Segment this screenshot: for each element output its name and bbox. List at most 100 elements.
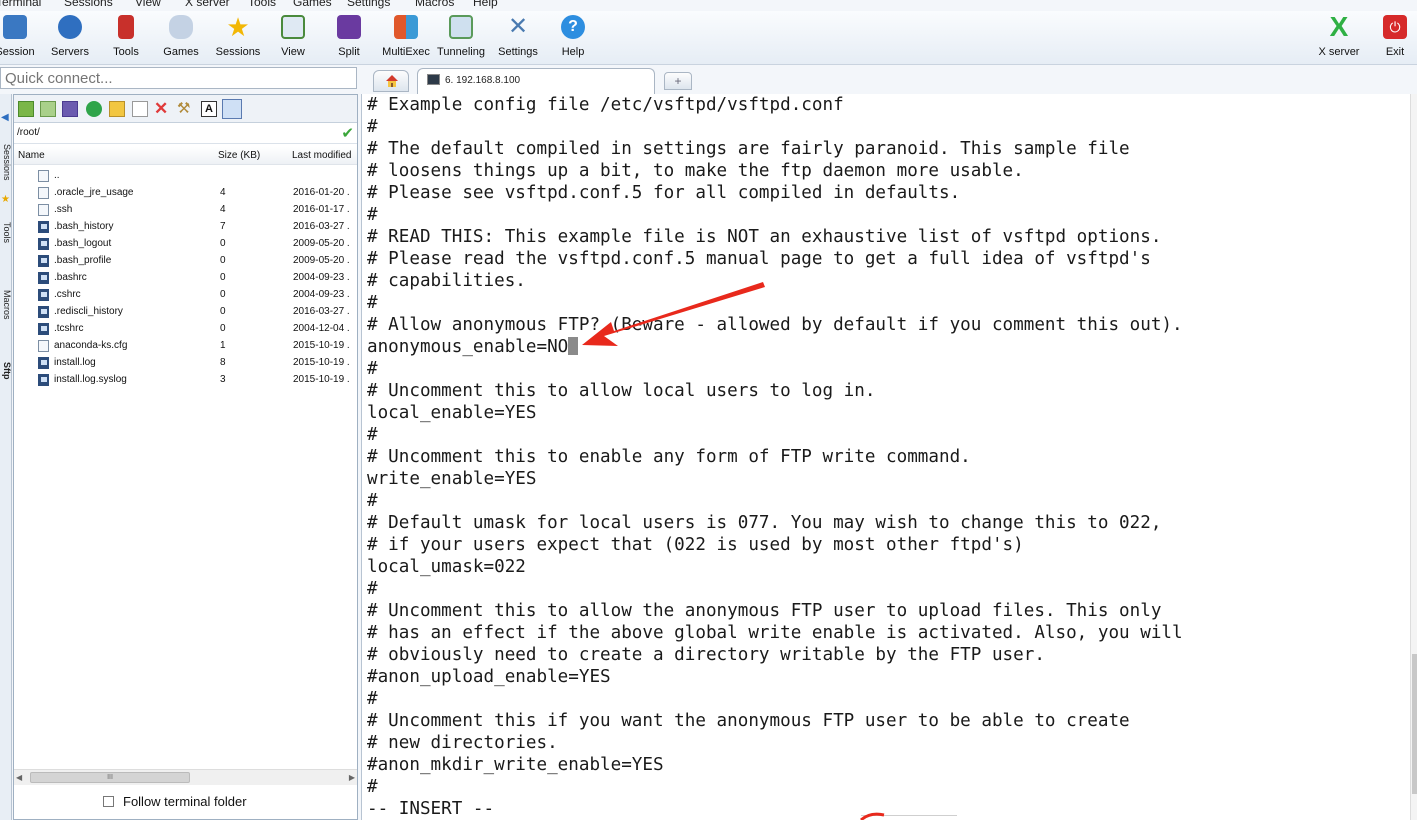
home-tab[interactable]	[373, 70, 409, 92]
home-folder-icon[interactable]	[62, 101, 78, 117]
file-row[interactable]: .ssh 4 2016-01-17 .	[14, 202, 357, 219]
sftp-toolbar: ✕ ⚒ A	[14, 95, 357, 123]
sftp-path: /root/	[17, 127, 40, 138]
terminal-tab-icon	[427, 74, 440, 85]
upload-icon[interactable]	[18, 101, 34, 117]
file-row[interactable]: .cshrc 0 2004-09-23 .	[14, 287, 357, 304]
quick-connect-box	[0, 67, 357, 89]
tab-session[interactable]: 6. 192.168.8.100	[417, 68, 655, 94]
column-last-modified[interactable]: Last modified	[292, 150, 351, 161]
terminal-line: # Uncomment this to enable any form of F…	[367, 446, 971, 468]
file-row[interactable]: .bash_profile 0 2009-05-20 .	[14, 253, 357, 270]
multiexec-icon	[394, 15, 418, 39]
help-button[interactable]: ? Help	[544, 11, 602, 65]
file-row[interactable]: ..	[14, 168, 357, 185]
new-file-icon[interactable]	[132, 101, 148, 117]
quick-connect-input[interactable]	[1, 68, 356, 88]
file-modified: 2004-09-23 .	[293, 289, 350, 300]
file-size: 7	[220, 221, 226, 232]
exit-button[interactable]: ⏻ Exit	[1366, 11, 1417, 65]
file-name: .bash_logout	[54, 238, 112, 249]
terminal-line-text: anonymous_enable=NO	[367, 337, 569, 357]
menu-help[interactable]: Help	[473, 0, 498, 9]
menu-games[interactable]: Games	[293, 0, 332, 9]
file-row[interactable]: .rediscli_history 0 2016-03-27 .	[14, 304, 357, 321]
file-size: 0	[220, 323, 226, 334]
terminal-line: # Default umask for local users is 077. …	[367, 512, 1161, 534]
terminal-line-text: #	[367, 425, 378, 445]
menu-settings[interactable]: Settings	[347, 0, 390, 9]
terminal-line-text: # loosens things up a bit, to make the f…	[367, 161, 1024, 181]
side-tab-sftp[interactable]: Sftp	[0, 362, 11, 392]
tab-session-label: 6. 192.168.8.100	[445, 75, 521, 86]
delete-icon[interactable]: ✕	[154, 100, 170, 117]
column-name[interactable]: Name	[18, 150, 45, 161]
rename-icon[interactable]: ⚒	[177, 101, 193, 117]
file-icon	[38, 272, 49, 284]
plus-icon: +	[674, 74, 682, 88]
file-modified: 2004-12-04 .	[293, 323, 350, 334]
terminal-line-text: # Default umask for local users is 077. …	[367, 513, 1162, 533]
side-tab-macros[interactable]: Macros	[0, 290, 11, 340]
terminal-line: # if your users expect that (022 is used…	[367, 534, 1024, 556]
column-size[interactable]: Size (KB)	[218, 150, 260, 161]
follow-terminal-folder-checkbox[interactable]	[103, 796, 114, 807]
file-name: .bash_profile	[54, 255, 112, 266]
terminal-scrollbar[interactable]	[1410, 94, 1417, 820]
file-row[interactable]: .bashrc 0 2004-09-23 .	[14, 270, 357, 287]
menu-view[interactable]: View	[135, 0, 161, 9]
menu-macros[interactable]: Macros	[415, 0, 454, 9]
terminal-line: #	[367, 358, 378, 380]
file-modified: 2016-03-27 .	[293, 306, 350, 317]
file-name: .bashrc	[54, 272, 87, 283]
terminal-line: # Allow anonymous FTP? (Beware - allowed…	[367, 314, 1183, 336]
terminal-line-text: #	[367, 117, 378, 137]
refresh-icon[interactable]	[86, 101, 102, 117]
sftp-path-bar[interactable]: /root/ ✔	[14, 124, 357, 144]
cfg-file-icon	[38, 340, 49, 352]
download-icon[interactable]	[40, 101, 56, 117]
file-row[interactable]: .bash_logout 0 2009-05-20 .	[14, 236, 357, 253]
file-row[interactable]: anaconda-ks.cfg 1 2015-10-19 .	[14, 338, 357, 355]
file-row[interactable]: install.log.syslog 3 2015-10-19 .	[14, 372, 357, 389]
text-cursor	[568, 337, 579, 355]
session-icon	[3, 15, 27, 39]
terminal-line-text: # The default compiled in settings are f…	[367, 139, 1130, 159]
horizontal-scrollbar[interactable]: ◀ III ▶	[14, 769, 357, 785]
folder-icon	[38, 187, 49, 199]
follow-terminal-folder: Follow terminal folder	[14, 787, 357, 819]
menu-sessions[interactable]: Sessions	[64, 0, 113, 9]
scroll-left-icon[interactable]: ◀	[16, 773, 22, 782]
file-name: .ssh	[54, 204, 73, 215]
menu-x-server[interactable]: X server	[185, 0, 230, 9]
text-mode-icon[interactable]: A	[201, 101, 217, 117]
terminal-line-text: #	[367, 777, 378, 797]
file-icon	[38, 255, 49, 267]
terminal-line-text: # Uncomment this to allow the anonymous …	[367, 601, 1162, 621]
terminal-line: # has an effect if the above global writ…	[367, 622, 1183, 644]
menu-terminal[interactable]: Terminal	[0, 0, 41, 9]
view-mode-icon[interactable]	[222, 99, 242, 119]
terminal-scroll-thumb[interactable]	[1412, 654, 1417, 794]
checkmark-icon[interactable]: ✔	[341, 124, 354, 142]
file-row[interactable]: .bash_history 7 2016-03-27 .	[14, 219, 357, 236]
tunneling-icon	[449, 15, 473, 39]
terminal-line: # obviously need to create a directory w…	[367, 644, 1045, 666]
side-tab-tools[interactable]: Tools	[0, 222, 11, 262]
file-row[interactable]: .oracle_jre_usage 4 2016-01-20 .	[14, 185, 357, 202]
terminal-line: # Uncomment this to allow local users to…	[367, 380, 875, 402]
collapse-arrow-icon: ◀	[1, 112, 9, 123]
file-size: 4	[220, 187, 226, 198]
menu-tools[interactable]: Tools	[248, 0, 276, 9]
terminal-line: # capabilities.	[367, 270, 526, 292]
file-icon	[38, 289, 49, 301]
terminal-area[interactable]: # Example config file /etc/vsftpd/vsftpd…	[361, 94, 1410, 820]
scroll-right-icon[interactable]: ▶	[349, 773, 355, 782]
file-row[interactable]: install.log 8 2015-10-19 .	[14, 355, 357, 372]
new-folder-icon[interactable]	[109, 101, 125, 117]
file-name: .cshrc	[54, 289, 81, 300]
file-icon	[38, 238, 49, 250]
scroll-thumb[interactable]: III	[30, 772, 190, 783]
file-row[interactable]: .tcshrc 0 2004-12-04 .	[14, 321, 357, 338]
new-tab-button[interactable]: +	[664, 72, 692, 90]
